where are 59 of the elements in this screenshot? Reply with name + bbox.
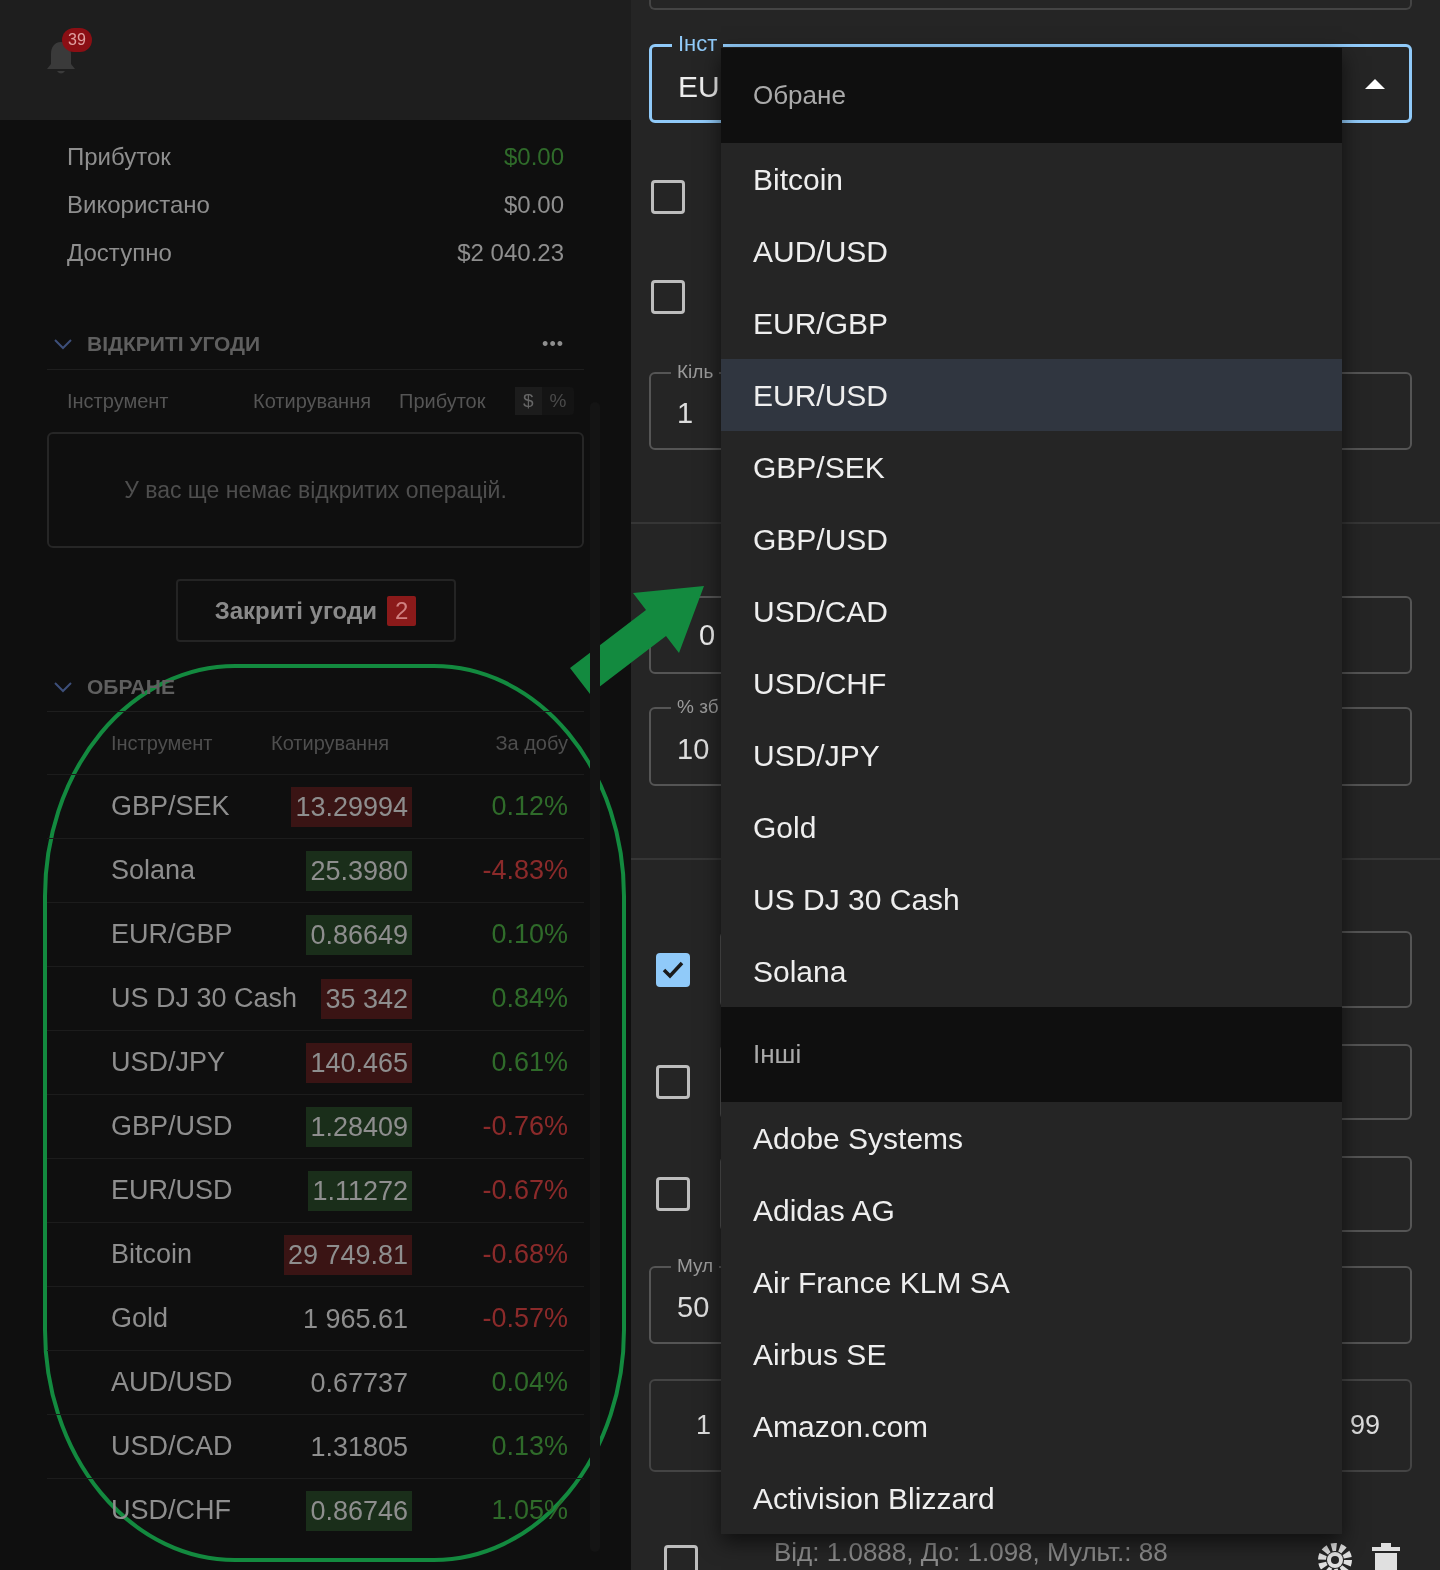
- column-header: Котирування: [253, 389, 372, 414]
- field-value: 1: [677, 396, 694, 432]
- column-header: За добу: [495, 731, 568, 756]
- change-cell-text: -4.83%: [481, 854, 568, 888]
- change-cell-text: -0.57%: [481, 1302, 568, 1336]
- instrument-name: USD/JPY: [111, 1046, 226, 1080]
- instrument-name: US DJ 30 Cash: [111, 982, 298, 1016]
- group-header: Інші: [721, 1007, 1342, 1102]
- instrument-name: AUD/USD: [111, 1366, 233, 1400]
- instrument-name: EUR/GBP: [111, 918, 233, 952]
- change-cell-text: 0.04%: [490, 1366, 568, 1400]
- quote-cell: 0.86746: [306, 1490, 412, 1531]
- instrument-name: Bitcoin: [111, 1238, 193, 1272]
- count-badge: 2: [386, 595, 417, 626]
- quote-cell: 25.3980: [306, 850, 412, 891]
- summary-label: Прибуток: [67, 142, 171, 172]
- quote-cell: 0.86649: [306, 914, 412, 955]
- empty-message: У вас ще немає відкритих операцій.: [124, 475, 507, 505]
- field-value: 50: [677, 1290, 710, 1326]
- quote-cell-text: 1 965.61: [301, 1302, 409, 1336]
- change-cell-text: 0.12%: [490, 790, 568, 824]
- field-value: 10: [677, 731, 710, 767]
- quote-cell: 1.11272: [308, 1170, 412, 1211]
- change-cell-text: 0.84%: [490, 982, 568, 1016]
- summary-label: Доступно: [67, 238, 172, 268]
- quote-cell: 35 342: [321, 978, 412, 1019]
- instrument-name: USD/CAD: [111, 1430, 233, 1464]
- change-cell-text: -0.76%: [481, 1110, 568, 1144]
- change-cell-text: -0.68%: [481, 1238, 568, 1272]
- instrument-name: EUR/USD: [111, 1174, 233, 1208]
- column-header: Інструмент: [67, 389, 170, 414]
- instrument-name: Gold: [111, 1302, 169, 1336]
- quote-cell: 140.465: [306, 1042, 412, 1083]
- change-cell-text: 0.61%: [490, 1046, 568, 1080]
- summary-label: Використано: [67, 190, 210, 220]
- group-header: Обране: [721, 48, 1342, 143]
- change-cell-text: 0.10%: [490, 918, 568, 952]
- range-summary: Від: 1.0888, До: 1.098, Мульт.: 88: [774, 1535, 1168, 1569]
- quote-cell: 13.29994: [291, 786, 412, 827]
- field-value: EU: [678, 69, 720, 105]
- column-header: Прибуток: [399, 389, 487, 414]
- summary-value: $0.00: [503, 142, 564, 172]
- quote-cell-text: 0.67737: [309, 1366, 409, 1400]
- summary-value: $2 040.23: [457, 238, 564, 268]
- instrument-name: GBP/SEK: [111, 790, 230, 824]
- instrument-name: Solana: [111, 854, 196, 888]
- change-cell-text: -0.67%: [481, 1174, 568, 1208]
- field-value: 0: [699, 618, 716, 654]
- change-cell-text: 0.13%: [490, 1430, 568, 1464]
- column-header: Інструмент: [111, 731, 214, 756]
- quote-cell: 29 749.81: [283, 1234, 412, 1275]
- quote-cell: 1.28409: [306, 1106, 412, 1147]
- notification-badge: 39: [62, 28, 92, 52]
- quote-cell-text: 1.31805: [309, 1430, 409, 1464]
- summary-value: $0.00: [503, 190, 564, 220]
- column-header: Котирування: [271, 731, 389, 756]
- range-end: 99: [1349, 1409, 1380, 1443]
- instrument-name: GBP/USD: [111, 1110, 233, 1144]
- range-start: 1: [696, 1409, 712, 1443]
